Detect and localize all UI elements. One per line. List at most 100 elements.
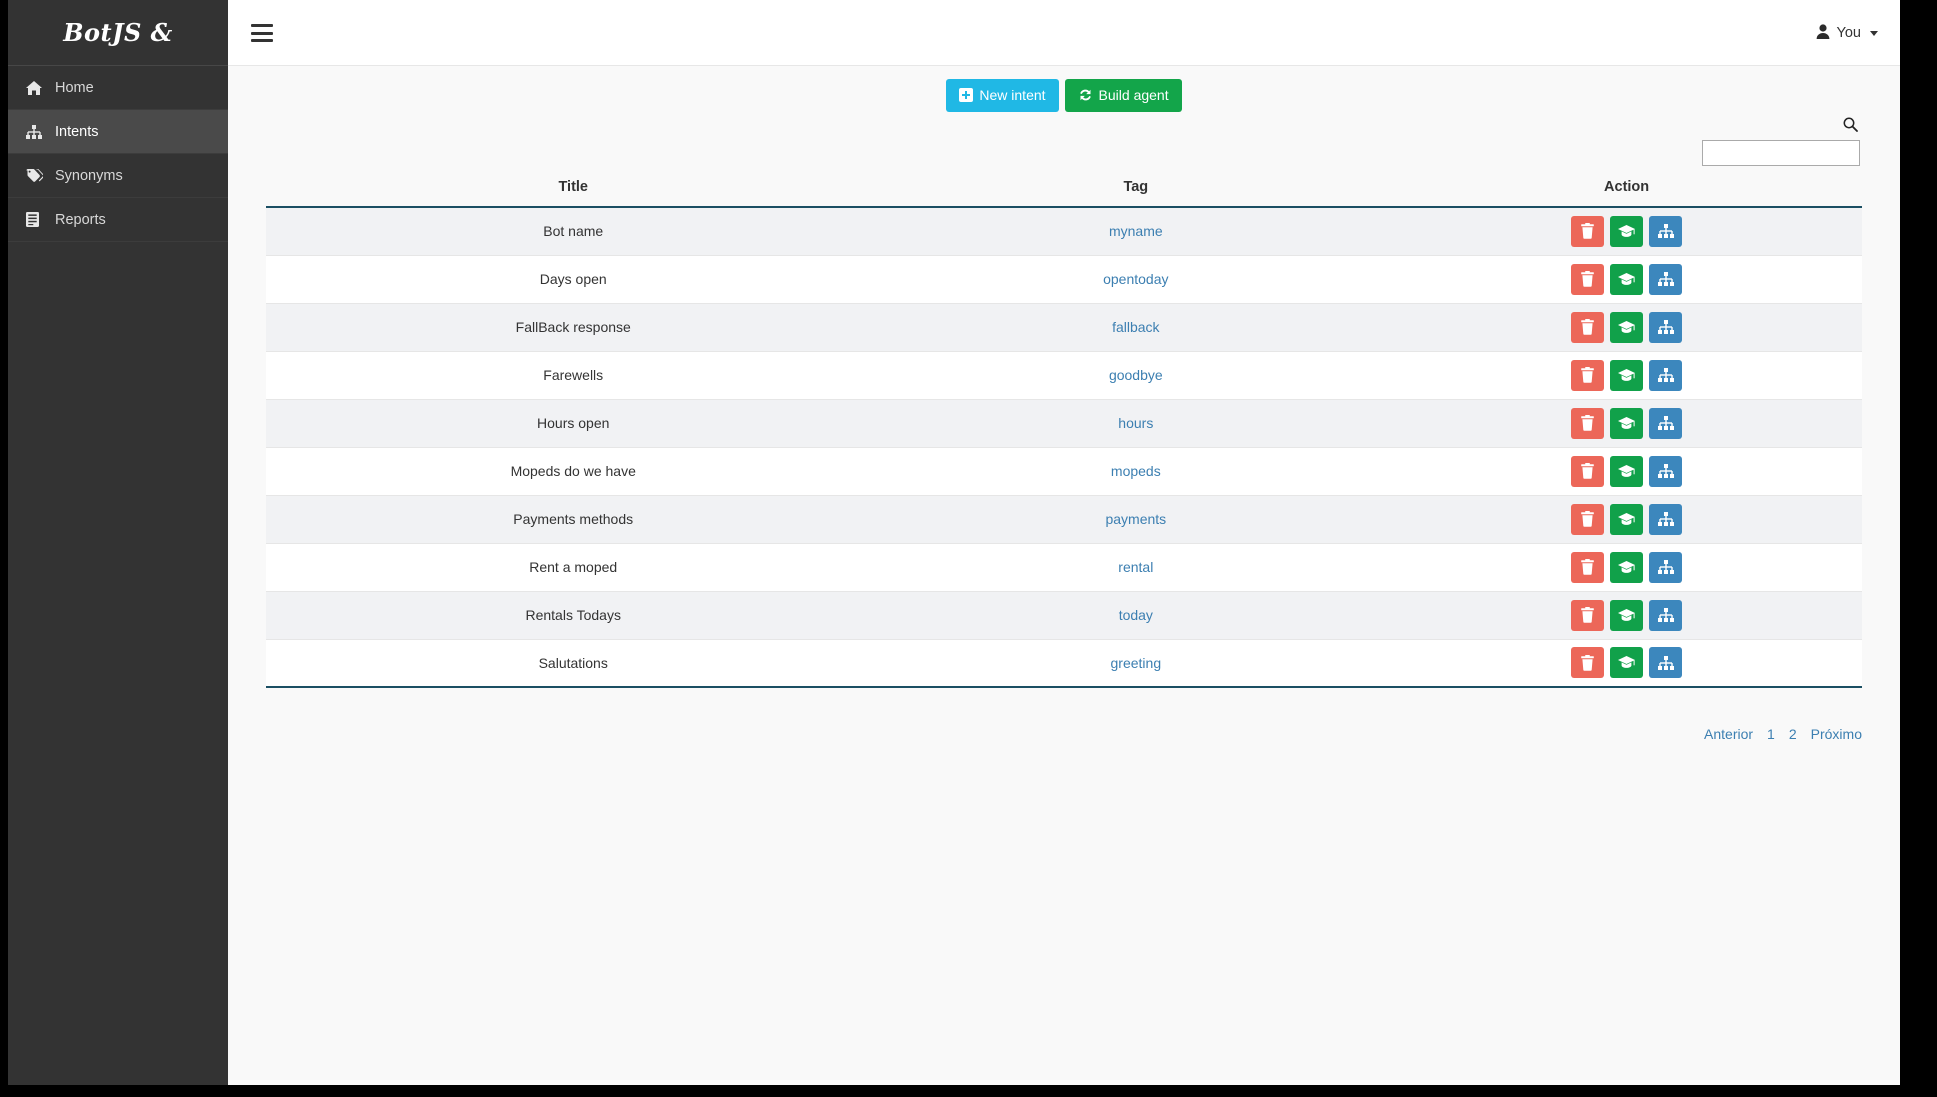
refresh-icon (1078, 88, 1093, 102)
flow-button[interactable] (1649, 312, 1682, 343)
train-button[interactable] (1610, 312, 1643, 343)
train-button[interactable] (1610, 264, 1643, 295)
pagination-page-1[interactable]: 1 (1767, 726, 1775, 742)
pagination: Anterior 1 2 Próximo (1704, 726, 1862, 742)
sidebar-item-home[interactable]: Home (8, 66, 228, 110)
action-group (1391, 504, 1862, 535)
brand-name: BotJS & (63, 18, 173, 47)
table-row: Farewells goodbye (266, 351, 1862, 399)
sidebar-item-reports[interactable]: Reports (8, 198, 228, 242)
train-button[interactable] (1610, 552, 1643, 583)
sitemap-icon (1658, 608, 1674, 622)
cell-action (1391, 255, 1862, 303)
sitemap-icon (1658, 416, 1674, 430)
tag-link[interactable]: myname (1109, 223, 1163, 239)
train-button[interactable] (1610, 456, 1643, 487)
tag-link[interactable]: opentoday (1103, 271, 1168, 287)
app-window: BotJS & Home (8, 0, 1900, 1085)
flow-button[interactable] (1649, 456, 1682, 487)
action-group (1391, 216, 1862, 247)
flow-button[interactable] (1649, 216, 1682, 247)
build-agent-label: Build agent (1099, 87, 1169, 104)
graduation-icon (1618, 513, 1635, 526)
trash-icon (1580, 511, 1595, 527)
search-input[interactable] (1702, 140, 1860, 166)
cell-tag: rental (880, 543, 1391, 591)
train-button[interactable] (1610, 408, 1643, 439)
train-button[interactable] (1610, 360, 1643, 391)
trash-icon (1580, 367, 1595, 383)
delete-button[interactable] (1571, 264, 1604, 295)
train-button[interactable] (1610, 504, 1643, 535)
cell-action (1391, 591, 1862, 639)
tag-link[interactable]: mopeds (1111, 463, 1161, 479)
delete-button[interactable] (1571, 504, 1604, 535)
flow-button[interactable] (1649, 647, 1682, 678)
column-header-tag[interactable]: Tag (880, 168, 1391, 207)
delete-button[interactable] (1571, 600, 1604, 631)
delete-button[interactable] (1571, 312, 1604, 343)
cell-tag: mopeds (880, 447, 1391, 495)
train-button[interactable] (1610, 600, 1643, 631)
action-group (1391, 408, 1862, 439)
book-icon (26, 212, 46, 228)
pagination-next[interactable]: Próximo (1811, 726, 1862, 742)
brand-logo[interactable]: BotJS & (8, 0, 228, 66)
tag-link[interactable]: hours (1118, 415, 1153, 431)
trash-icon (1580, 223, 1595, 239)
table-row: FallBack responsefallback (266, 303, 1862, 351)
action-group (1391, 312, 1862, 343)
delete-button[interactable] (1571, 408, 1604, 439)
delete-button[interactable] (1571, 216, 1604, 247)
column-header-title[interactable]: Title (266, 168, 880, 207)
delete-button[interactable] (1571, 647, 1604, 678)
cell-title: Farewells (266, 351, 880, 399)
sitemap-icon (1658, 656, 1674, 670)
cell-title: Bot name (266, 207, 880, 255)
flow-button[interactable] (1649, 264, 1682, 295)
graduation-icon (1618, 561, 1635, 574)
user-menu[interactable]: You (1816, 0, 1878, 66)
new-intent-button[interactable]: New intent (946, 79, 1058, 112)
delete-button[interactable] (1571, 552, 1604, 583)
tag-link[interactable]: fallback (1112, 319, 1159, 335)
cell-action (1391, 399, 1862, 447)
flow-button[interactable] (1649, 504, 1682, 535)
build-agent-button[interactable]: Build agent (1065, 79, 1182, 112)
search-icon[interactable] (1702, 117, 1858, 137)
user-icon (1816, 24, 1830, 43)
tag-link[interactable]: today (1119, 607, 1153, 623)
sidebar-item-synonyms[interactable]: Synonyms (8, 154, 228, 198)
train-button[interactable] (1610, 647, 1643, 678)
sitemap-icon (1658, 320, 1674, 334)
tag-link[interactable]: payments (1105, 511, 1166, 527)
pagination-previous[interactable]: Anterior (1704, 726, 1753, 742)
table-body: Bot namemynameDays openopentodayFallBack… (266, 207, 1862, 687)
cell-title: Salutations (266, 639, 880, 687)
trash-icon (1580, 415, 1595, 431)
train-button[interactable] (1610, 216, 1643, 247)
flow-button[interactable] (1649, 552, 1682, 583)
delete-button[interactable] (1571, 360, 1604, 391)
action-group (1391, 647, 1862, 678)
tag-link[interactable]: greeting (1111, 655, 1162, 671)
sidebar-item-intents[interactable]: Intents (8, 110, 228, 154)
main-content: New intent Build agent (228, 66, 1900, 1085)
user-menu-label: You (1837, 25, 1861, 41)
cell-tag: today (880, 591, 1391, 639)
table-header-row: Title Tag Action (266, 168, 1862, 207)
hamburger-icon[interactable] (243, 14, 281, 52)
cell-title: Hours open (266, 399, 880, 447)
pagination-page-2[interactable]: 2 (1789, 726, 1797, 742)
tag-link[interactable]: rental (1118, 559, 1153, 575)
flow-button[interactable] (1649, 408, 1682, 439)
trash-icon (1580, 559, 1595, 575)
flow-button[interactable] (1649, 360, 1682, 391)
delete-button[interactable] (1571, 456, 1604, 487)
graduation-icon (1618, 417, 1635, 430)
graduation-icon (1618, 369, 1635, 382)
action-group (1391, 552, 1862, 583)
tag-link[interactable]: goodbye (1109, 367, 1163, 383)
trash-icon (1580, 463, 1595, 479)
flow-button[interactable] (1649, 600, 1682, 631)
